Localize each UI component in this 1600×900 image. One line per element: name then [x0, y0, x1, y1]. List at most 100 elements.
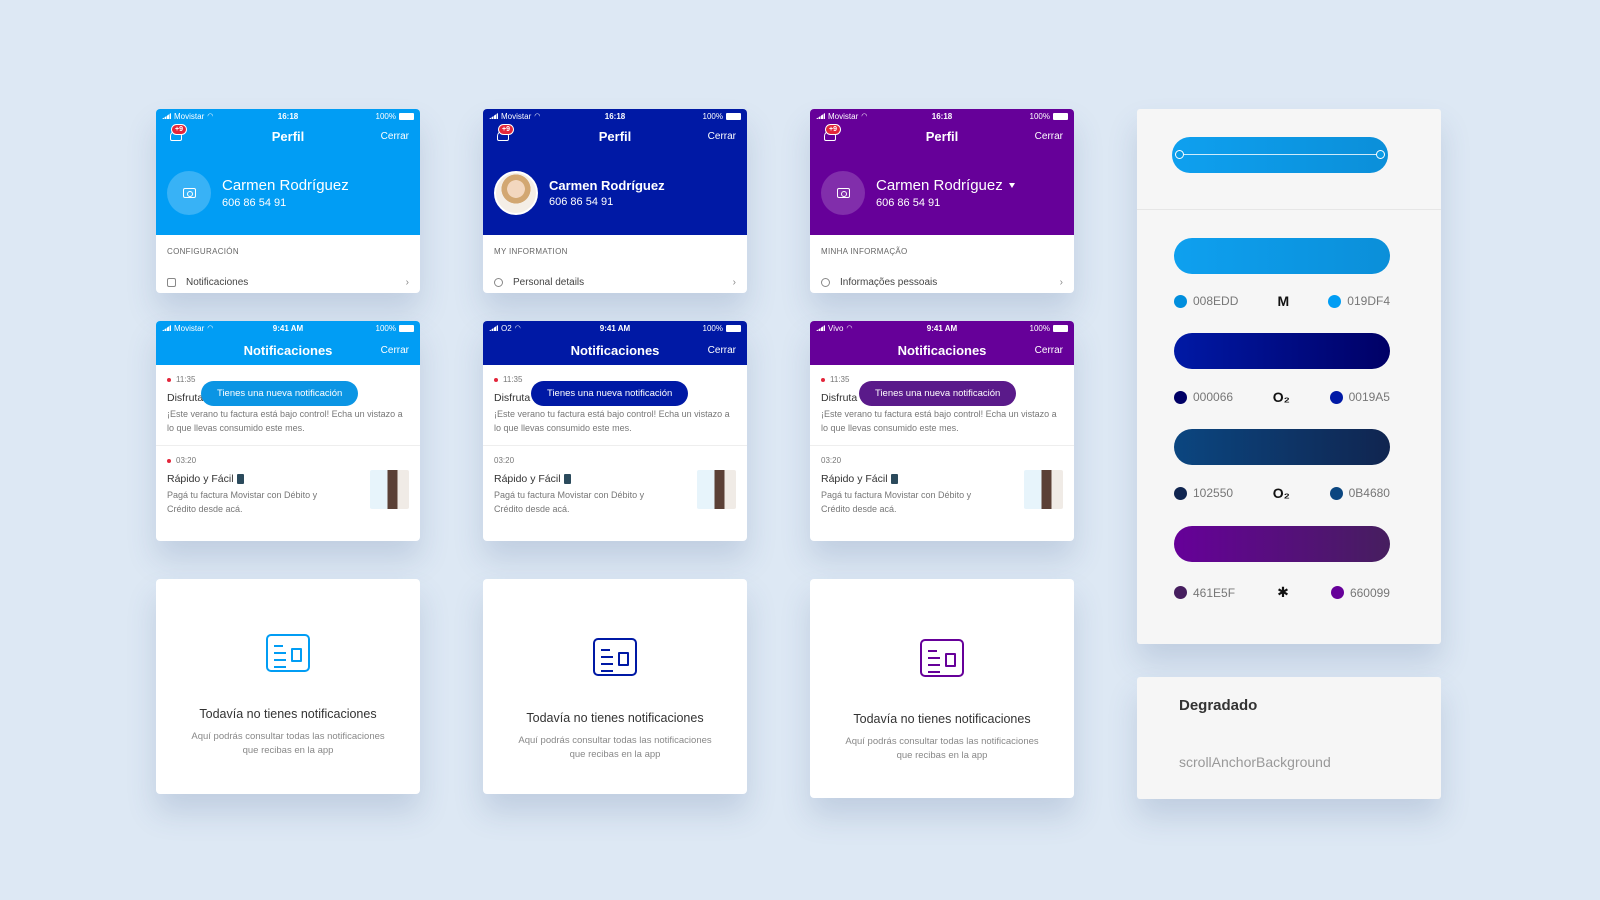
close-button[interactable]: Cerrar — [381, 345, 409, 356]
new-notification-toast[interactable]: Tienes una nueva notificación — [201, 381, 359, 406]
nav-bar: +9 Perfil Cerrar — [156, 123, 420, 149]
close-button[interactable]: Cerrar — [708, 131, 736, 142]
vivo-logo-icon: ✱ — [1277, 584, 1289, 600]
phone-emoji-icon — [890, 474, 898, 485]
section-label: CONFIGURACIÓN — [167, 247, 239, 256]
clock-label: 9:41 AM — [926, 323, 958, 333]
notification-title: Rápido y Fácil — [821, 473, 888, 485]
signal-icon — [489, 113, 498, 119]
notifications-header: Vivo ◠ 9:41 AM 100% Notificaciones Cerrar — [810, 321, 1074, 365]
notification-item[interactable]: 11:35 Disfruta ¡Este verano tu factura e… — [810, 365, 1074, 446]
signal-icon — [816, 325, 825, 331]
color-dot — [1330, 586, 1344, 599]
slider-end-handle[interactable] — [1376, 150, 1385, 159]
unread-dot-icon — [821, 377, 825, 382]
menu-item-notifications[interactable]: Notificaciones › — [167, 277, 409, 288]
notifications-header: O2 ◠ 9:41 AM 100% Notificaciones Cerrar — [483, 321, 747, 365]
new-notification-toast[interactable]: Tienes una nueva notificación — [859, 381, 1017, 406]
notification-item[interactable]: 03:20 Rápido y Fácil Pagá tu factura Mov… — [483, 446, 747, 526]
page-title: Perfil — [925, 128, 959, 144]
color-row-o2: 000066 O₂ 0019A5 — [1174, 389, 1390, 405]
empty-state-card-vivo: Todavía no tienes notificaciones Aquí po… — [810, 579, 1074, 798]
notifications-bell-icon[interactable]: +9 — [170, 124, 187, 141]
battery-label: 100% — [1029, 111, 1050, 121]
wifi-icon: ◠ — [846, 325, 853, 332]
hex-label: 019DF4 — [1347, 294, 1390, 308]
hex-label: 461E5F — [1193, 585, 1236, 600]
empty-inbox-icon — [266, 634, 310, 672]
notification-time: 11:35 — [503, 375, 523, 384]
battery-icon — [1053, 112, 1068, 120]
menu-item-label: Personal details — [513, 277, 585, 288]
notifications-header: Movistar ◠ 9:41 AM 100% Notificaciones Ce… — [156, 321, 420, 365]
hex-label: 0B4680 — [1348, 486, 1390, 500]
carrier-label: Movistar — [828, 111, 859, 121]
battery-label: 100% — [702, 111, 723, 121]
close-button[interactable]: Cerrar — [708, 345, 736, 356]
battery-icon — [726, 112, 741, 120]
slider-start-handle[interactable] — [1175, 150, 1184, 159]
avatar-placeholder[interactable] — [167, 171, 211, 215]
signal-icon — [162, 325, 171, 331]
menu-item-personal-details[interactable]: Personal details › — [494, 277, 736, 288]
notification-thumbnail — [370, 470, 409, 509]
clock-label: 16:18 — [604, 111, 626, 121]
notification-item[interactable]: 11:35 Disfruta ¡Este verano tu factura e… — [483, 365, 747, 446]
chevron-right-icon: › — [732, 277, 736, 288]
empty-title: Todavía no tienes notificaciones — [199, 707, 377, 721]
menu-item-personal-info[interactable]: Informações pessoais › — [821, 277, 1063, 288]
user-name-dropdown[interactable]: Carmen Rodríguez — [876, 177, 1015, 194]
wifi-icon: ◠ — [861, 113, 868, 120]
color-row-movistar: 008EDD M 019DF4 — [1174, 293, 1390, 309]
avatar-photo[interactable] — [494, 171, 538, 215]
color-dot — [1174, 486, 1187, 500]
nav-bar: Notificaciones Cerrar — [810, 335, 1074, 365]
page-title: Notificaciones — [897, 342, 987, 358]
notifications-bell-icon[interactable]: +9 — [824, 124, 841, 141]
notification-time: 03:20 — [821, 456, 842, 465]
color-row-vivo: 461E5F ✱ 660099 — [1174, 584, 1390, 601]
user-phone: 606 86 54 91 — [549, 196, 614, 208]
notification-item[interactable]: 03:20 Rápido y Fácil Pagá tu factura Mov… — [156, 446, 420, 526]
close-button[interactable]: Cerrar — [1035, 345, 1063, 356]
notification-item[interactable]: 03:20 Rápido y Fácil Pagá tu factura Mov… — [810, 446, 1074, 526]
empty-inbox-icon — [920, 639, 964, 677]
notifications-card-movistar: Movistar ◠ 9:41 AM 100% Notificaciones Ce… — [156, 321, 420, 541]
o2-logo-icon: O₂ — [1272, 389, 1290, 405]
notification-text: Pagá tu factura Movistar con Débito y Cr… — [821, 490, 972, 514]
page-title: Perfil — [598, 128, 632, 144]
gradient-slider[interactable] — [1172, 137, 1388, 173]
status-bar: Movistar ◠ 16:18 100% — [810, 109, 1074, 123]
profile-card-vivo: Movistar ◠ 16:18 100% +9 Perfil Cerrar Ca… — [810, 109, 1074, 293]
hex-label: 660099 — [1349, 585, 1390, 600]
divider — [1137, 209, 1441, 210]
status-bar: Vivo ◠ 9:41 AM 100% — [810, 321, 1074, 335]
user-row: Carmen Rodríguez 606 86 54 91 — [167, 171, 349, 215]
signal-icon — [816, 113, 825, 119]
notification-time: 11:35 — [176, 375, 196, 384]
notification-item[interactable]: 11:35 Disfruta ¡Este verano tu factura e… — [156, 365, 420, 446]
unread-dot-icon — [167, 377, 171, 382]
phone-emoji-icon — [563, 474, 571, 485]
close-button[interactable]: Cerrar — [381, 131, 409, 142]
gradient-swatch-o2-dark — [1174, 429, 1390, 465]
empty-state-card-movistar: Todavía no tienes notificaciones Aquí po… — [156, 579, 420, 794]
bell-outline-icon — [167, 278, 176, 287]
close-button[interactable]: Cerrar — [1035, 131, 1063, 142]
chevron-right-icon: › — [1059, 277, 1063, 288]
status-bar: O2 ◠ 9:41 AM 100% — [483, 321, 747, 335]
notifications-card-vivo: Vivo ◠ 9:41 AM 100% Notificaciones Cerrar… — [810, 321, 1074, 541]
new-notification-toast[interactable]: Tienes una nueva notificación — [531, 381, 689, 406]
clock-label: 16:18 — [277, 111, 299, 121]
carrier-label: Movistar — [501, 111, 532, 121]
menu-item-label: Informações pessoais — [840, 277, 938, 288]
clock-label: 9:41 AM — [599, 323, 631, 333]
nav-bar: +9 Perfil Cerrar — [483, 123, 747, 149]
avatar-placeholder[interactable] — [821, 171, 865, 215]
notifications-card-o2: O2 ◠ 9:41 AM 100% Notificaciones Cerrar 1… — [483, 321, 747, 541]
notification-text: ¡Este verano tu factura está bajo contro… — [821, 409, 1057, 433]
status-bar: Movistar ◠ 16:18 100% — [156, 109, 420, 123]
signal-icon — [162, 113, 171, 119]
section-label: MY INFORMATION — [494, 247, 568, 256]
notifications-bell-icon[interactable]: +9 — [497, 124, 514, 141]
